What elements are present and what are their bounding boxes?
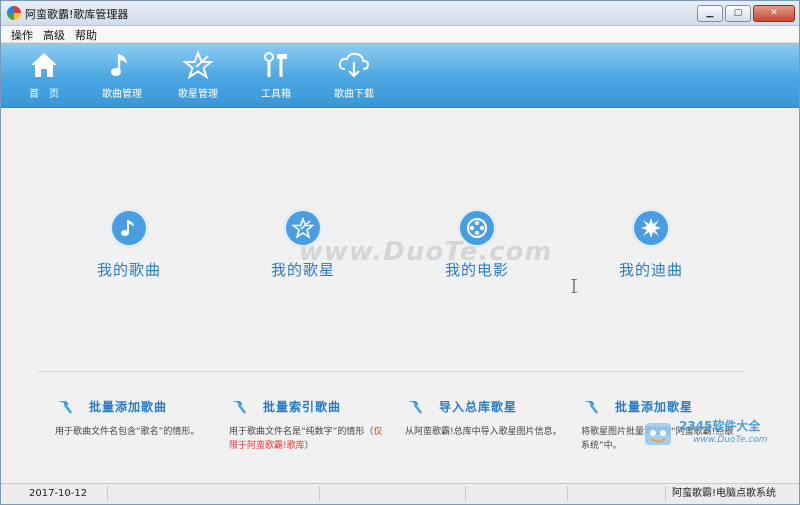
- main-panel: 我的歌曲 我的歌星 我的电影 我的迪曲 www.DuoTe.com 批量添加歌曲…: [9, 109, 791, 481]
- hammer-icon: [58, 401, 73, 414]
- music-note-icon: [121, 220, 134, 236]
- status-bar: 2017-10-12 阿蛮歌霸!电脑点歌系统: [1, 483, 799, 504]
- status-app-name: 阿蛮歌霸!电脑点歌系统: [665, 486, 776, 501]
- status-cell-4: [465, 486, 532, 501]
- batch-add-songs-header: 批量添加歌曲: [55, 397, 215, 415]
- status-cell-2: [107, 486, 234, 501]
- window-controls: ▁ ▢ ✕: [697, 5, 795, 22]
- batch-import-singers[interactable]: 导入总库歌星 从阿蛮歌霸!总库中导入歌星图片信息。: [405, 397, 565, 439]
- menu-advanced[interactable]: 高级: [43, 27, 65, 43]
- menu-bar: 操作 高级 帮助: [1, 26, 799, 43]
- batch-index-songs-desc: 用于歌曲文件名是“纯数字”的情形（仅限于阿蛮歌霸!歌库）: [229, 425, 389, 453]
- hammer-icon: [232, 401, 247, 414]
- toolbar-toolbox-label: 工具箱: [261, 89, 291, 100]
- minimize-button[interactable]: ▁: [697, 5, 723, 22]
- toolbar-home[interactable]: 首 页: [19, 43, 69, 107]
- toolbar-song-download-label: 歌曲下载: [334, 89, 374, 100]
- close-button[interactable]: ✕: [753, 5, 795, 22]
- star-icon: [182, 51, 214, 79]
- batch-import-singers-title: 导入总库歌星: [439, 399, 518, 414]
- toolbar-song-manage[interactable]: 歌曲管理: [95, 43, 149, 107]
- app-window: 阿蛮歌霸!歌库管理器 ▁ ▢ ✕ 操作 高级 帮助 首 页 歌曲管理 歌星管理 …: [0, 0, 800, 505]
- status-cell-5: [567, 486, 634, 501]
- maximize-button[interactable]: ▢: [725, 5, 751, 22]
- toolbar-singer-manage-label: 歌星管理: [178, 89, 218, 100]
- tools-icon: [264, 52, 287, 77]
- main-toolbar: 首 页 歌曲管理 歌星管理 工具箱 歌曲下载: [1, 43, 799, 108]
- batch-import-singers-desc: 从阿蛮歌霸!总库中导入歌星图片信息。: [405, 427, 562, 437]
- status-cell-3: [319, 486, 386, 501]
- feature-my-songs-circle: [110, 209, 148, 247]
- app-logo-icon: [7, 6, 21, 20]
- batch-add-songs-title: 批量添加歌曲: [89, 399, 168, 414]
- batch-index-songs-header: 批量索引歌曲: [229, 397, 389, 415]
- cloud-download-icon: [338, 52, 370, 78]
- hammer-icon: [584, 401, 599, 414]
- batch-add-songs-desc: 用于歌曲文件名包含“歌名”的情形。: [55, 427, 200, 437]
- burst-icon: [641, 218, 661, 238]
- toolbar-singer-manage[interactable]: 歌星管理: [171, 43, 225, 107]
- home-icon: [31, 53, 57, 77]
- title-bar: 阿蛮歌霸!歌库管理器 ▁ ▢ ✕: [1, 1, 799, 26]
- watermark-text: www.DuoTe.com: [299, 237, 553, 267]
- feature-my-songs[interactable]: 我的歌曲: [69, 209, 189, 280]
- window-title: 阿蛮歌霸!歌库管理器: [25, 8, 129, 21]
- batch-add-songs[interactable]: 批量添加歌曲 用于歌曲文件名包含“歌名”的情形。: [55, 397, 215, 439]
- batch-index-songs[interactable]: 批量索引歌曲 用于歌曲文件名是“纯数字”的情形（仅限于阿蛮歌霸!歌库）: [229, 397, 389, 453]
- batch-import-singers-header: 导入总库歌星: [405, 397, 565, 415]
- toolbar-song-download[interactable]: 歌曲下载: [327, 43, 381, 107]
- hammer-icon: [408, 401, 423, 414]
- batch-index-songs-desc-text: 用于歌曲文件名是“纯数字”的情形（: [229, 427, 374, 437]
- corner-brand-text: 2345软件大全: [679, 419, 761, 433]
- feature-my-dance-circle: [632, 209, 670, 247]
- feature-my-dance-label: 我的迪曲: [618, 261, 683, 279]
- toolbar-home-label: 首 页: [29, 89, 59, 100]
- star-icon: [291, 217, 315, 239]
- mascot-icon: [645, 423, 671, 445]
- toolbar-toolbox[interactable]: 工具箱: [251, 43, 301, 107]
- corner-url-text: www.DuoTe.com: [693, 435, 768, 445]
- section-divider: [37, 371, 743, 372]
- menu-operation[interactable]: 操作: [11, 27, 33, 43]
- corner-watermark-logo: 2345软件大全 www.DuoTe.com: [641, 409, 791, 459]
- feature-my-dance[interactable]: 我的迪曲: [591, 209, 711, 280]
- batch-index-songs-desc-end: ）: [304, 441, 314, 451]
- text-cursor-icon: [571, 279, 577, 293]
- music-note-icon: [111, 54, 127, 76]
- feature-my-songs-label: 我的歌曲: [96, 261, 161, 279]
- menu-help[interactable]: 帮助: [75, 27, 97, 43]
- batch-index-songs-title: 批量索引歌曲: [263, 399, 342, 414]
- status-date: 2017-10-12: [29, 488, 88, 499]
- toolbar-song-manage-label: 歌曲管理: [102, 89, 142, 100]
